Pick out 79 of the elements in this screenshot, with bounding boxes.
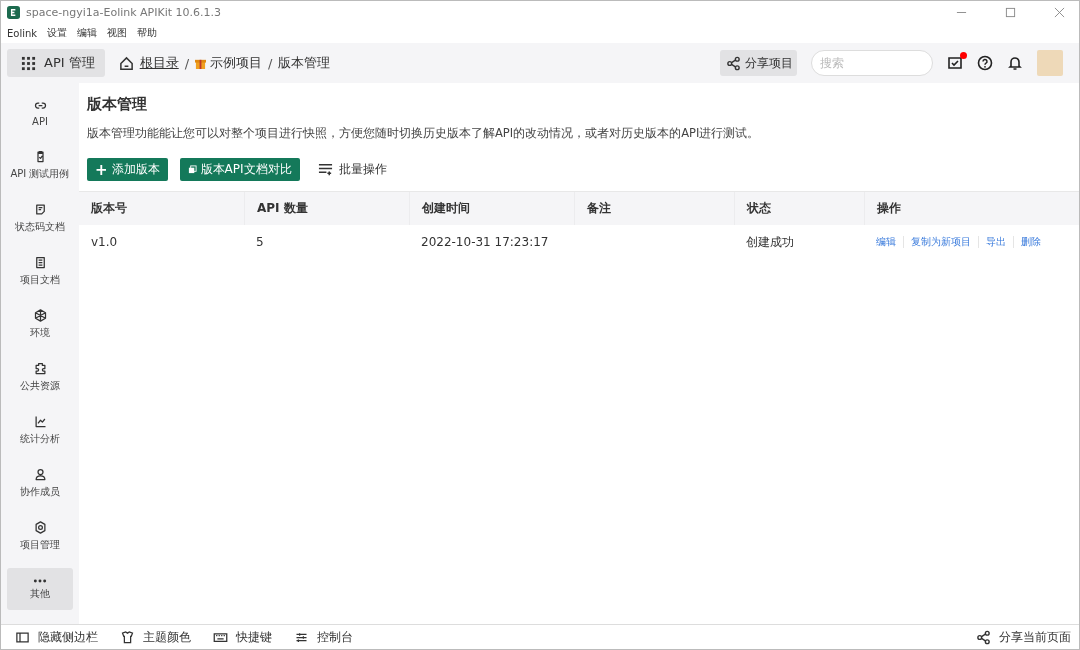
- sidebar-item[interactable]: API 测试用例: [7, 144, 73, 186]
- sidebar-item[interactable]: 项目文档: [7, 250, 73, 292]
- row-action-link[interactable]: 导出: [979, 235, 1013, 249]
- app-logo-icon: [7, 5, 20, 19]
- share-icon: [726, 55, 741, 71]
- calendar-check-icon[interactable]: [947, 55, 963, 71]
- help-icon[interactable]: [977, 55, 993, 71]
- sidebar-label: 统计分析: [20, 432, 60, 446]
- sidebar-label: API 测试用例: [10, 167, 70, 181]
- add-version-button[interactable]: + 添加版本: [87, 158, 168, 181]
- home-icon: [118, 55, 134, 71]
- plus-icon: +: [95, 160, 108, 179]
- column-header: 备注: [574, 192, 734, 225]
- sidebar-label: 其他: [30, 586, 50, 601]
- table-cell-text: 创建成功: [745, 233, 795, 251]
- breadcrumb-link[interactable]: 根目录: [139, 54, 179, 72]
- sidebar-item[interactable]: 统计分析: [7, 409, 73, 451]
- row-action-link[interactable]: 删除: [1014, 235, 1048, 249]
- sidebar-label: API: [32, 115, 48, 127]
- sidebar-item[interactable]: API: [7, 91, 73, 133]
- row-action-link[interactable]: 复制为新项目: [904, 235, 978, 249]
- sidebar-item[interactable]: 状态码文档: [7, 197, 73, 239]
- table-cell-text: v1.0: [90, 235, 119, 249]
- menu-item[interactable]: Eolink: [7, 27, 38, 39]
- column-header: 操作: [864, 192, 1079, 225]
- breadcrumb-separator: /: [184, 55, 190, 71]
- statusbar-button[interactable]: 主题颜色: [116, 628, 195, 646]
- sidebar-item[interactable]: 环境: [7, 303, 73, 345]
- sidebar-icon: [32, 308, 48, 323]
- column-header: 状态: [734, 192, 864, 225]
- statusbar-button[interactable]: 控制台: [290, 628, 357, 646]
- window-title: space-ngyi1a-Eolink APIKit 10.6.1.3: [26, 5, 222, 19]
- sidebar-label: 状态码文档: [15, 220, 65, 234]
- sidebar-icon: [32, 361, 48, 376]
- sidebar-label: 公共资源: [20, 379, 60, 393]
- menu-item[interactable]: 视图: [107, 26, 128, 40]
- sidebar-label: 协作成员: [20, 485, 60, 499]
- sidebar-icon: [32, 520, 48, 535]
- share-page-button[interactable]: 分享当前页面: [972, 628, 1079, 646]
- menu-item[interactable]: 编辑: [77, 26, 98, 40]
- sidebar-icon: [32, 414, 48, 429]
- statusbar-icon: [15, 629, 30, 645]
- breadcrumb-current: 版本管理: [278, 54, 331, 72]
- sidebar-item[interactable]: 协作成员: [7, 462, 73, 504]
- menu-item[interactable]: 帮助: [137, 26, 158, 40]
- statusbar-button[interactable]: 隐藏侧边栏: [11, 628, 102, 646]
- bell-icon[interactable]: [1007, 55, 1023, 71]
- sidebar-item[interactable]: 公共资源: [7, 356, 73, 398]
- grid-icon: [21, 55, 36, 71]
- list-icon: [317, 162, 333, 177]
- maximize-icon[interactable]: [1005, 6, 1016, 18]
- share-icon: [976, 629, 991, 645]
- share-project-button[interactable]: 分享项目: [720, 50, 797, 76]
- page-description: 版本管理功能能让您可以对整个项目进行快照，方便您随时切换历史版本了解API的改动情况，或者对历史版本的API进行测试。: [87, 126, 761, 141]
- column-header: 版本号: [90, 200, 128, 217]
- api-module-button[interactable]: API 管理: [7, 49, 105, 77]
- more-icon: [32, 577, 48, 584]
- close-icon[interactable]: [1054, 6, 1065, 18]
- search-field[interactable]: 搜索: [811, 50, 933, 76]
- column-header: 创建时间: [409, 192, 574, 225]
- breadcrumb-separator: /: [268, 55, 273, 71]
- batch-operation-button[interactable]: 批量操作: [311, 160, 393, 179]
- table-cell-text: 2022-10-31 17:23:17: [420, 235, 550, 249]
- column-header: API 数量: [244, 192, 409, 225]
- breadcrumb-link[interactable]: 示例项目: [210, 54, 263, 72]
- sidebar-label: 项目文档: [20, 273, 60, 287]
- menu-item[interactable]: 设置: [47, 26, 68, 40]
- sidebar-label: 项目管理: [20, 538, 60, 552]
- row-action-link[interactable]: 编辑: [876, 235, 903, 249]
- compare-docs-button[interactable]: 版本API文档对比: [179, 158, 300, 181]
- sidebar-icon: [32, 467, 48, 482]
- statusbar-button[interactable]: 快捷键: [209, 628, 276, 646]
- sidebar-item[interactable]: 其他: [7, 568, 73, 610]
- sidebar-item[interactable]: 项目管理: [7, 515, 73, 557]
- sidebar-label: 环境: [30, 326, 50, 340]
- page-title: 版本管理: [87, 95, 148, 114]
- table-cell-text: 5: [255, 235, 265, 249]
- statusbar-icon: [120, 629, 135, 645]
- copy-icon: [187, 165, 197, 174]
